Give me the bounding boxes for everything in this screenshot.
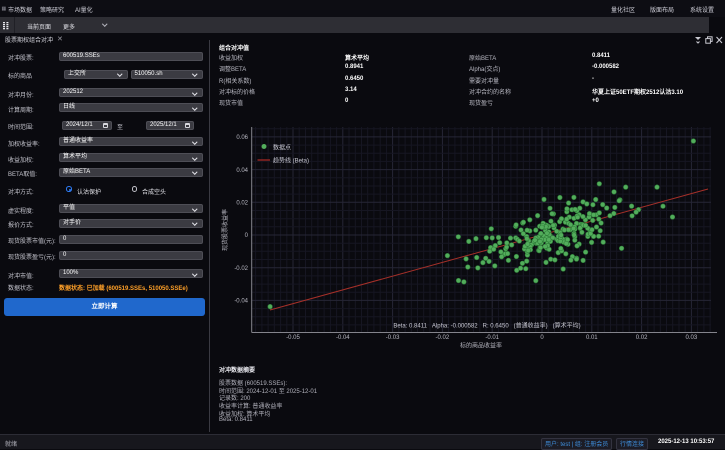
svg-text:0.02: 0.02 xyxy=(636,335,648,341)
svg-text:-0.05: -0.05 xyxy=(286,335,300,341)
svg-text:-0.01: -0.01 xyxy=(485,335,499,341)
svg-text:Beta: 0.8411 Alpha: -0.00058: Beta: 0.8411 Alpha: -0.000582 R: 0.6450 … xyxy=(393,322,580,330)
svg-text:-0.03: -0.03 xyxy=(386,335,400,341)
svg-text:0.06: 0.06 xyxy=(236,135,248,141)
svg-text:-0.04: -0.04 xyxy=(234,299,248,305)
svg-text:现货股票收益率: 现货股票收益率 xyxy=(221,209,229,251)
svg-text:-0.02: -0.02 xyxy=(436,335,450,341)
svg-text:-0.02: -0.02 xyxy=(234,266,248,272)
svg-text:0: 0 xyxy=(245,233,249,239)
svg-text:数据点: 数据点 xyxy=(273,144,291,152)
svg-text:0.01: 0.01 xyxy=(586,335,598,341)
svg-text:-0.04: -0.04 xyxy=(336,335,350,341)
svg-text:0.04: 0.04 xyxy=(236,168,248,174)
svg-text:趋势线 (Beta): 趋势线 (Beta) xyxy=(273,157,309,165)
svg-text:0.02: 0.02 xyxy=(236,201,248,207)
svg-text:0: 0 xyxy=(540,335,544,341)
svg-text:标的商品收益率: 标的商品收益率 xyxy=(460,342,502,350)
svg-text:0.03: 0.03 xyxy=(686,335,698,341)
